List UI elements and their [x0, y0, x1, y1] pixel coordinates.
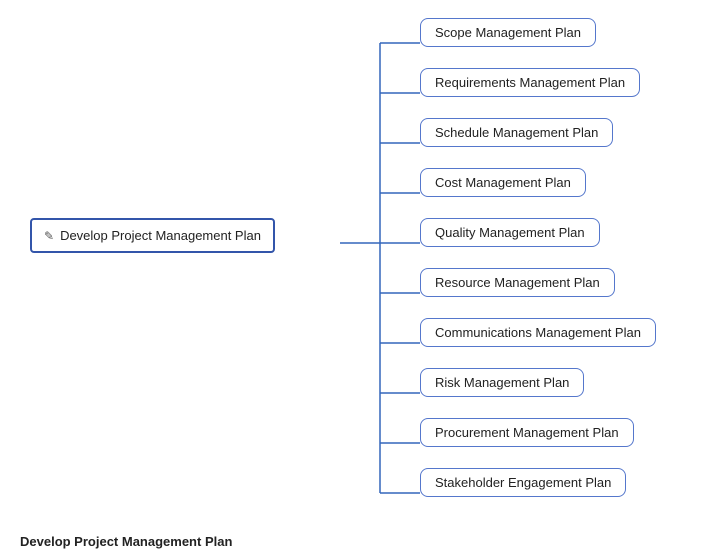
child-node-communications[interactable]: Communications Management Plan [420, 318, 656, 347]
child-node-scope[interactable]: Scope Management Plan [420, 18, 596, 47]
diagram-container: ✎ Develop Project Management Plan Scope … [0, 0, 721, 530]
child-node-cost[interactable]: Cost Management Plan [420, 168, 586, 197]
child-node-risk[interactable]: Risk Management Plan [420, 368, 584, 397]
child-node-stakeholder[interactable]: Stakeholder Engagement Plan [420, 468, 626, 497]
child-node-schedule[interactable]: Schedule Management Plan [420, 118, 613, 147]
pencil-icon: ✎ [44, 229, 54, 243]
child-node-requirements[interactable]: Requirements Management Plan [420, 68, 640, 97]
child-node-quality[interactable]: Quality Management Plan [420, 218, 600, 247]
root-node[interactable]: ✎ Develop Project Management Plan [30, 218, 275, 253]
child-node-procurement[interactable]: Procurement Management Plan [420, 418, 634, 447]
child-node-resource[interactable]: Resource Management Plan [420, 268, 615, 297]
footer-label: Develop Project Management Plan [20, 534, 232, 549]
root-node-label: Develop Project Management Plan [60, 228, 261, 243]
